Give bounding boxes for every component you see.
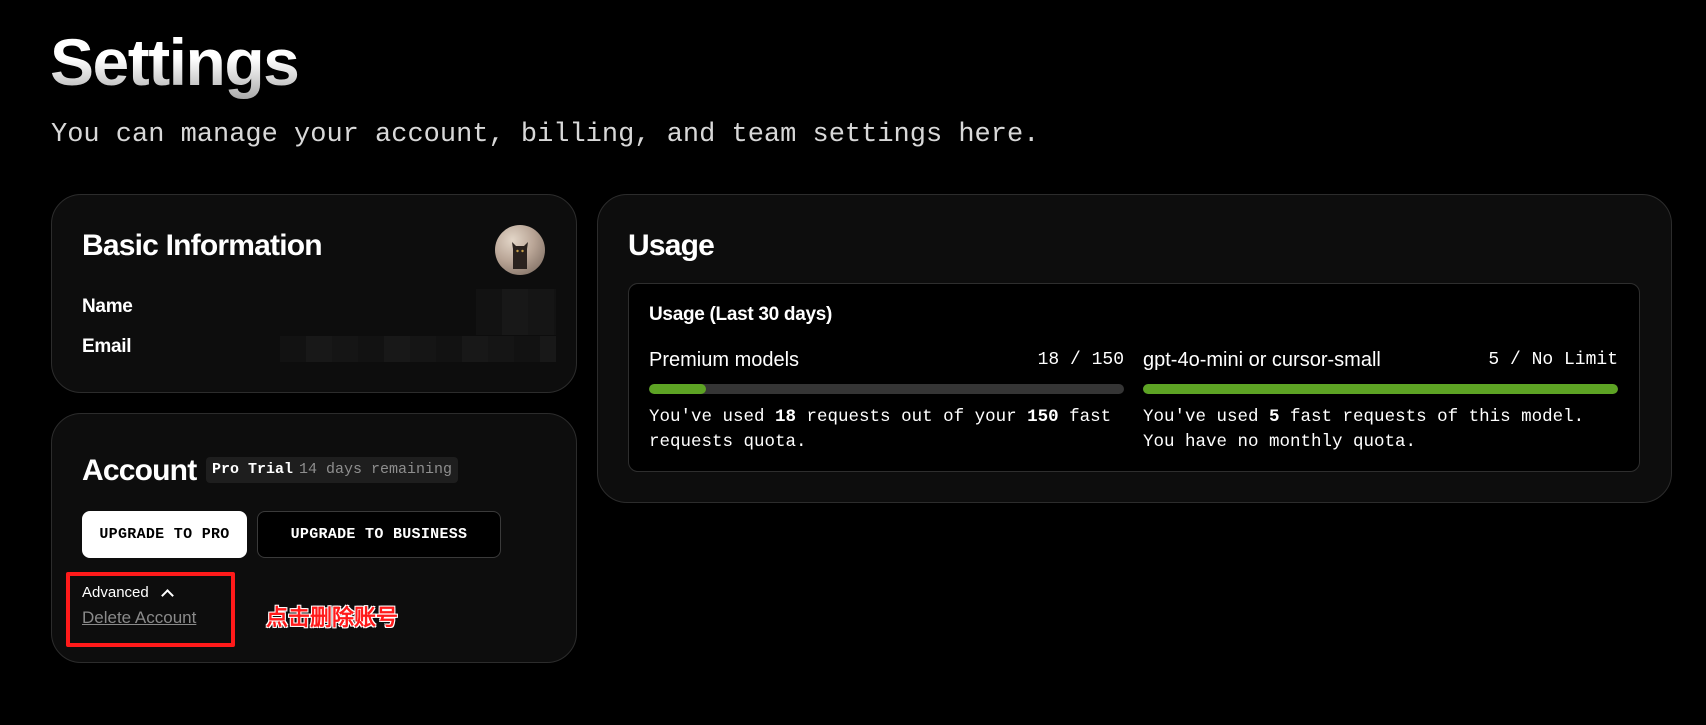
chevron-up-icon: [160, 588, 174, 602]
model-name: Premium models: [649, 349, 800, 371]
delete-account-link[interactable]: Delete Account: [82, 608, 196, 628]
model-description: You've used 18 requests out of your 150 …: [649, 405, 1129, 455]
usage-card: Usage Usage (Last 30 days) Premium model…: [597, 194, 1672, 503]
usage-progress-bar: [1143, 384, 1618, 394]
name-label: Name: [82, 296, 133, 317]
annotation-label: 点击删除账号: [266, 606, 399, 631]
model-count: 5 / No Limit: [1488, 350, 1618, 370]
usage-panel: Usage (Last 30 days) Premium models 18 /…: [628, 283, 1640, 472]
usage-progress-fill: [1143, 384, 1618, 394]
page-title: Settings: [50, 25, 300, 99]
desc-text: You've used: [1143, 407, 1270, 427]
usage-title: Usage: [628, 229, 715, 262]
model-description: You've used 5 fast requests of this mode…: [1143, 405, 1623, 455]
advanced-label: Advanced: [82, 584, 149, 601]
advanced-toggle[interactable]: Advanced: [82, 584, 174, 602]
email-label: Email: [82, 336, 132, 357]
desc-used-count: 5: [1269, 407, 1280, 427]
avatar[interactable]: [495, 225, 545, 275]
usage-progress-bar: [649, 384, 1124, 394]
desc-quota-count: 150: [1027, 407, 1059, 427]
model-count: 18 / 150: [1037, 350, 1124, 370]
desc-used-count: 18: [775, 407, 797, 427]
basic-information-title: Basic Information: [82, 229, 323, 262]
model-name: gpt-4o-mini or cursor-small: [1143, 349, 1381, 371]
cat-avatar-icon: [512, 242, 528, 269]
basic-information-card: Basic Information Name Email: [51, 194, 577, 393]
email-value-redacted: [280, 336, 556, 362]
usage-progress-fill: [649, 384, 706, 394]
upgrade-to-business-button[interactable]: UPGRADE TO BUSINESS: [257, 511, 501, 558]
account-title: Account: [82, 454, 197, 487]
name-value-redacted: [476, 289, 556, 335]
plan-remaining: 14 days remaining: [299, 461, 453, 478]
desc-text: You've used: [649, 407, 776, 427]
usage-period-heading: Usage (Last 30 days): [649, 304, 833, 325]
plan-badge: Pro Trial 14 days remaining: [206, 457, 459, 483]
page-subtitle: You can manage your account, billing, an…: [51, 120, 1040, 150]
plan-name: Pro Trial: [212, 461, 294, 478]
desc-text: requests out of your: [796, 407, 1028, 427]
upgrade-to-pro-button[interactable]: UPGRADE TO PRO: [82, 511, 247, 558]
